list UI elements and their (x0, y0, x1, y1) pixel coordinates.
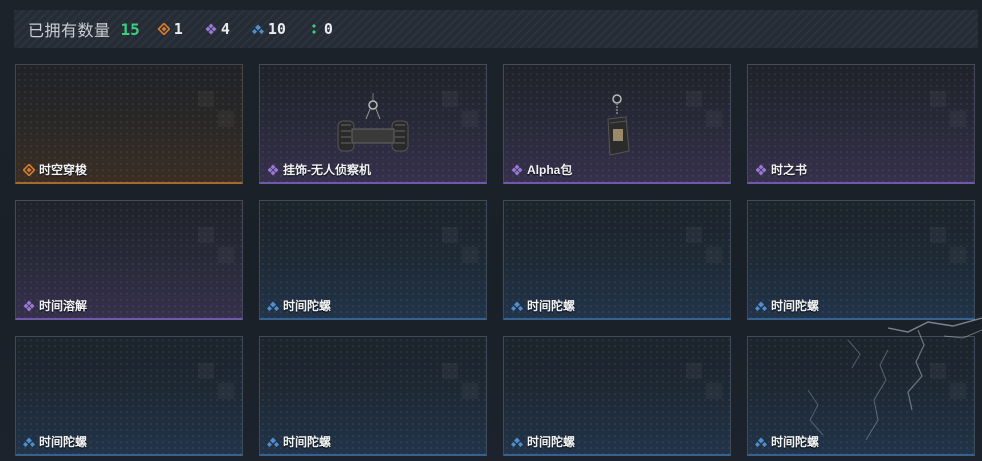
item-name: 时间陀螺 (771, 435, 820, 449)
item-card[interactable]: 时间陀螺 (747, 336, 975, 456)
item-card[interactable]: 时间陀螺 (747, 200, 975, 320)
bag-charm-image (607, 94, 630, 156)
orange-rarity-icon (23, 163, 35, 176)
item-card[interactable]: 时间溶解 (15, 200, 243, 320)
item-card[interactable]: 时间陀螺 (15, 336, 243, 456)
orange-count: 1 (173, 20, 183, 38)
item-name: 挂饰-无人侦察机 (283, 163, 371, 177)
item-name: 时间陀螺 (39, 435, 88, 449)
owned-total-count: 15 (120, 19, 140, 39)
item-name: 时之书 (771, 163, 808, 177)
purple-rarity-icon (205, 23, 217, 35)
item-card[interactable]: 时间陀螺 (503, 336, 731, 456)
blue-rarity-icon (23, 437, 35, 447)
owned-count-title: 已拥有数量 (28, 23, 111, 40)
stat-green: 0 (308, 20, 333, 38)
item-card[interactable]: 时间陀螺 (259, 200, 487, 320)
item-name: 时间陀螺 (283, 299, 332, 313)
item-name: 时间陀螺 (527, 435, 576, 449)
blue-rarity-icon (267, 437, 279, 447)
stat-blue: 10 (251, 20, 286, 38)
item-card[interactable]: 挂饰-无人侦察机 (259, 64, 487, 184)
green-rarity-icon (311, 24, 316, 34)
collection-grid: 时空穿梭 挂饰-无人侦察机 Alpha包 时之书 时间溶解 时间陀螺 时间陀螺 … (15, 64, 975, 456)
stat-purple: 4 (205, 20, 230, 38)
blue-rarity-icon (511, 437, 523, 447)
item-card[interactable]: 时之书 (747, 64, 975, 184)
blue-count: 10 (267, 20, 286, 38)
item-name: 时间陀螺 (527, 299, 576, 313)
purple-rarity-icon (23, 300, 35, 311)
blue-rarity-icon (511, 301, 523, 311)
blue-rarity-icon (267, 301, 279, 311)
item-name: Alpha包 (527, 163, 573, 177)
item-name: 时间溶解 (39, 299, 88, 313)
green-count: 0 (323, 20, 333, 38)
item-name: 时间陀螺 (771, 299, 820, 313)
item-name: 时间陀螺 (283, 435, 332, 449)
purple-rarity-icon (267, 164, 279, 175)
blue-rarity-icon (755, 301, 767, 311)
orange-rarity-icon (157, 23, 170, 35)
blue-rarity-icon (251, 24, 264, 34)
blue-rarity-icon (755, 437, 767, 447)
item-card[interactable]: 时间陀螺 (259, 336, 487, 456)
stat-orange: 1 (157, 20, 183, 38)
item-card[interactable]: Alpha包 (503, 64, 731, 184)
owned-count-bar: 已拥有数量 15 1 4 10 0 (14, 10, 978, 48)
drone-charm-image (337, 93, 409, 152)
item-name: 时空穿梭 (39, 163, 88, 177)
item-card[interactable]: 时空穿梭 (15, 64, 243, 184)
item-card[interactable]: 时间陀螺 (503, 200, 731, 320)
purple-rarity-icon (511, 164, 523, 175)
purple-count: 4 (220, 20, 230, 38)
purple-rarity-icon (755, 164, 767, 175)
